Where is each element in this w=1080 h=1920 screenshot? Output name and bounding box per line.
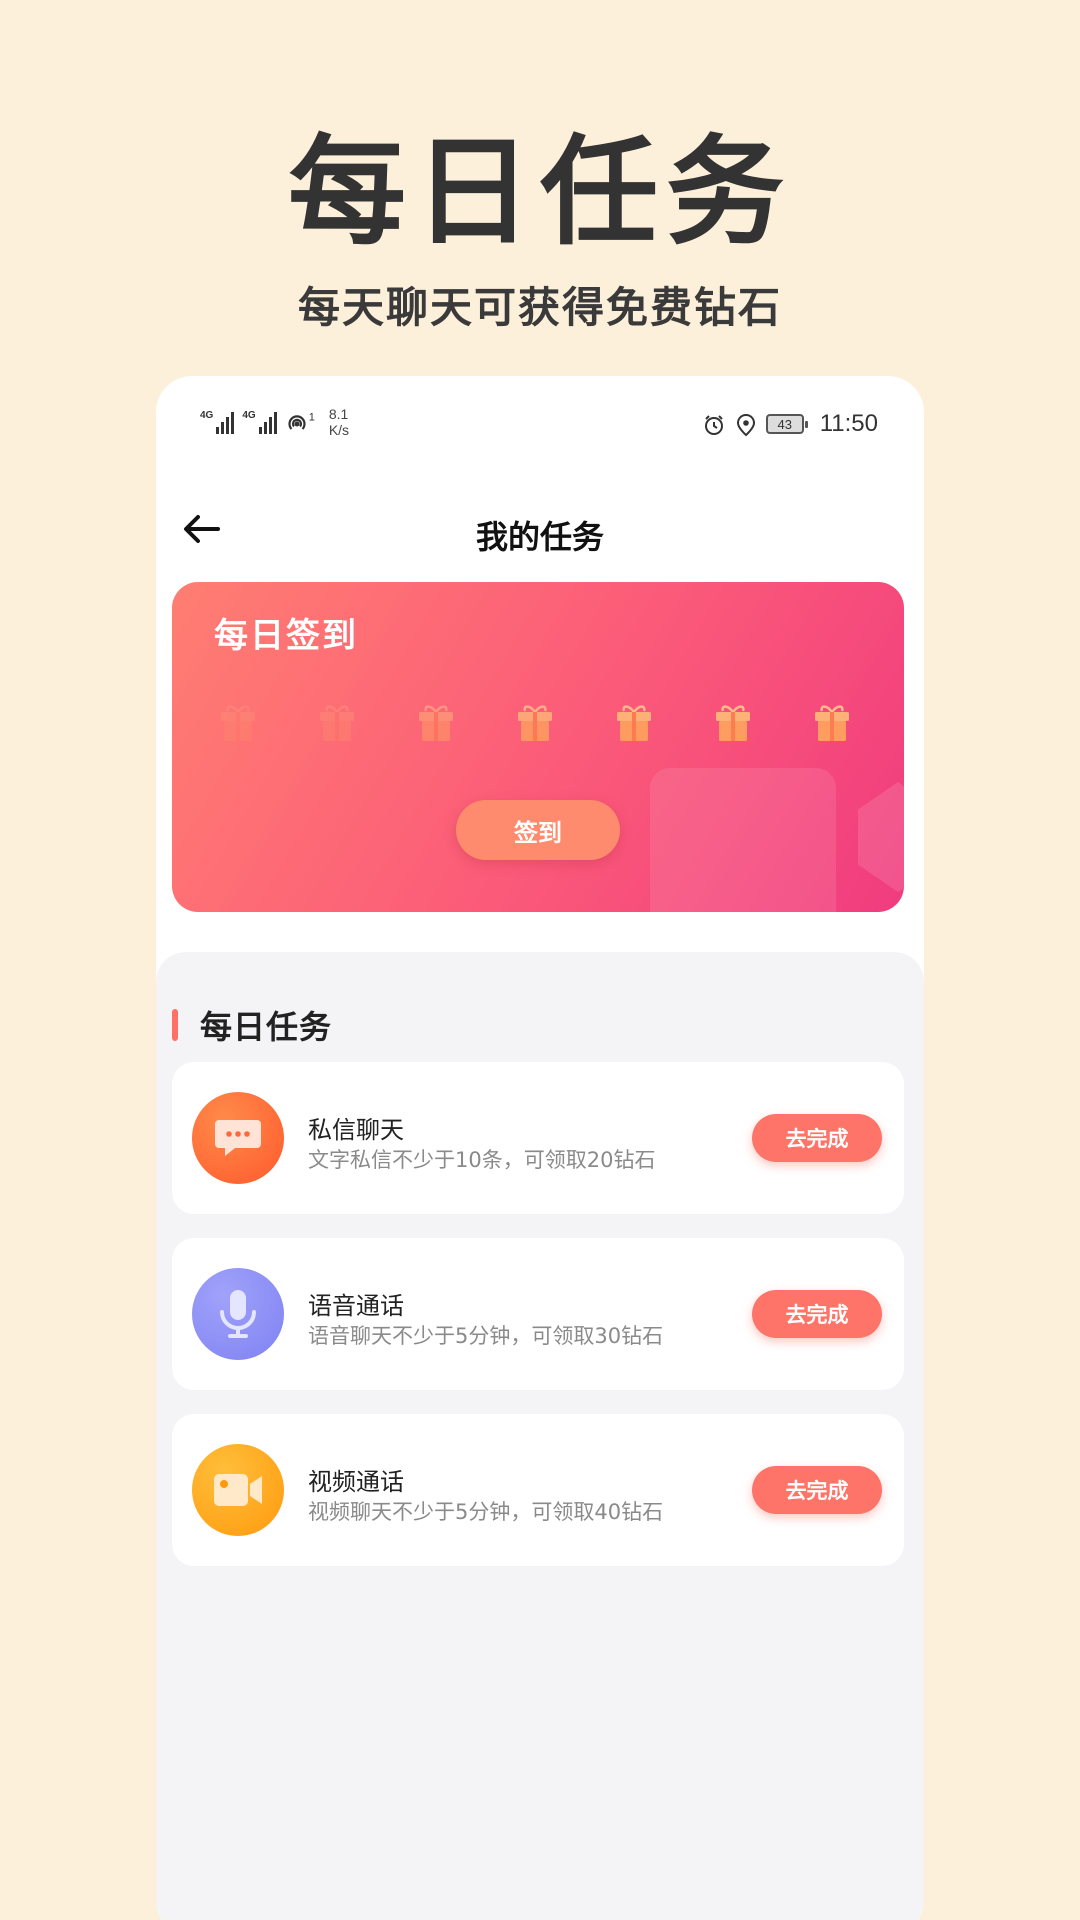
battery-icon: 43: [765, 414, 808, 434]
signal-label: 4G: [200, 410, 214, 421]
section-accent-bar: [172, 1009, 178, 1041]
checkin-button[interactable]: 签到: [456, 800, 620, 860]
gift-icon: [812, 702, 852, 744]
decorative-shape: [858, 782, 904, 892]
status-right: 43 11:50: [702, 410, 878, 438]
task-description: 语音聊天不少于5分钟，可领取30钻石: [308, 1324, 664, 1348]
checkin-gift-row: [218, 702, 878, 752]
signal-icon: 4G: [242, 410, 277, 434]
gift-icon: [713, 702, 753, 744]
status-time: 11:50: [819, 410, 878, 437]
task-description: 文字私信不少于10条，可领取20钻石: [308, 1148, 656, 1172]
task-icon: [192, 1268, 284, 1360]
chat-bubble-icon: [215, 1120, 261, 1156]
section-title: 每日任务: [200, 1008, 333, 1046]
gift-icon: [317, 702, 357, 744]
gift-icon: [416, 702, 456, 744]
net-speed-value: 8.1: [328, 406, 349, 422]
task-name: 视频通话: [308, 1468, 404, 1496]
task-area: 每日任务 私信聊天 文字私信不少于10条，可领取20钻石 去完成 语音通话 语音…: [156, 952, 924, 1920]
hotspot-count: 1: [308, 411, 315, 424]
gift-icon: [614, 702, 654, 744]
hotspot-icon: 1: [285, 409, 315, 435]
gift-icon: [515, 702, 555, 744]
task-card-private-chat: 私信聊天 文字私信不少于10条，可领取20钻石 去完成: [172, 1062, 904, 1214]
signal-icon: 4G: [200, 410, 235, 434]
net-speed: 8.1 K/s: [329, 406, 349, 438]
location-icon: [736, 410, 756, 438]
nav-bar: 我的任务: [156, 476, 924, 586]
net-speed-unit: K/s: [328, 422, 350, 438]
alarm-icon: [702, 410, 726, 438]
page-title: 我的任务: [475, 518, 604, 556]
task-name: 私信聊天: [308, 1116, 404, 1144]
status-bar: 4G 4G 1 8.1 K/s 43 11:50: [156, 376, 924, 476]
gift-icon: [218, 702, 258, 744]
task-card-video-call: 视频通话 视频聊天不少于5分钟，可领取40钻石 去完成: [172, 1414, 904, 1566]
decorative-shape: [650, 768, 836, 912]
task-complete-button[interactable]: 去完成: [752, 1466, 882, 1514]
task-name: 语音通话: [308, 1292, 404, 1320]
task-complete-button[interactable]: 去完成: [752, 1114, 882, 1162]
section-header: 每日任务: [172, 1002, 332, 1048]
task-icon: [192, 1444, 284, 1536]
status-left: 4G 4G 1 8.1 K/s: [200, 406, 349, 438]
video-camera-icon: [214, 1474, 262, 1506]
hero-subtitle: 每天聊天可获得免费钻石: [297, 283, 782, 332]
task-description: 视频聊天不少于5分钟，可领取40钻石: [308, 1500, 664, 1524]
task-card-voice-call: 语音通话 语音聊天不少于5分钟，可领取30钻石 去完成: [172, 1238, 904, 1390]
phone-frame: 4G 4G 1 8.1 K/s 43 11:50 我的任务 每日签到 签到 每日…: [156, 376, 924, 1920]
hero-title: 每日任务: [287, 123, 792, 261]
checkin-card: 每日签到 签到: [172, 582, 904, 912]
task-icon: [192, 1092, 284, 1184]
checkin-title: 每日签到: [214, 616, 358, 656]
signal-label: 4G: [242, 410, 256, 421]
task-complete-button[interactable]: 去完成: [752, 1290, 882, 1338]
microphone-icon: [220, 1290, 256, 1338]
